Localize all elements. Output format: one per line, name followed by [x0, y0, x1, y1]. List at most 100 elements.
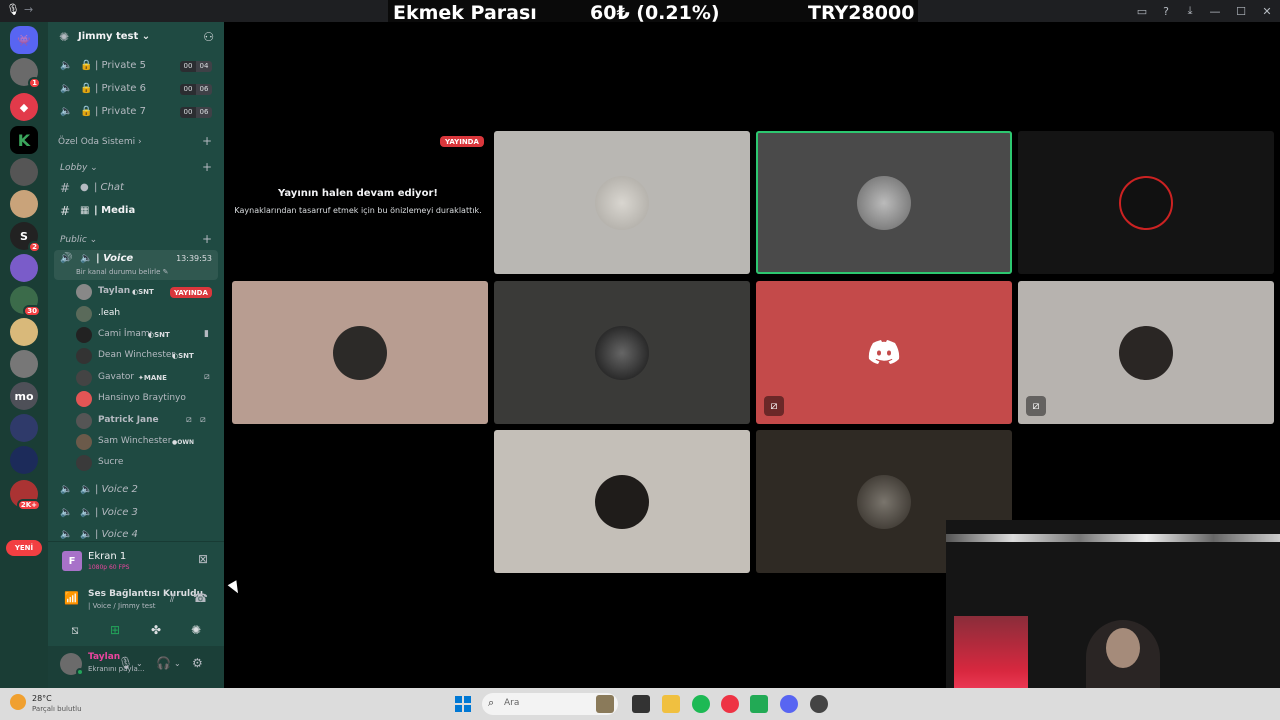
voice-member-sam[interactable]: Sam Winchester ● OWN — [76, 432, 224, 452]
disconnect-icon[interactable]: ☎ — [193, 591, 208, 605]
add-channel-icon[interactable]: + — [202, 160, 212, 174]
discord-default-avatar-icon — [868, 339, 900, 364]
discord-taskbar-icon[interactable] — [780, 695, 798, 713]
channel-media[interactable]: # ▦ | Media — [48, 201, 224, 221]
voice-member-taylan[interactable]: Taylan ◐ SNT YAYINDA — [76, 282, 224, 302]
file-explorer-icon[interactable] — [662, 695, 680, 713]
voice-member-dean[interactable]: Dean Winchester ◐ SNT — [76, 346, 224, 366]
member-name: Sucre — [98, 457, 124, 467]
stream-paused-subtitle: Kaynaklarından tasarruf etmek için bu ön… — [234, 206, 482, 215]
taskbar-app-icon[interactable] — [810, 695, 828, 713]
taskbar-app-icon[interactable] — [632, 695, 650, 713]
ticker-change: 60₺ (0.21%) — [590, 1, 720, 24]
participant-tile[interactable] — [494, 131, 750, 274]
add-channel-icon[interactable]: + — [202, 232, 212, 246]
channel-status[interactable]: Bir kanal durumu belirle ✎ — [76, 268, 169, 276]
server-icon-6[interactable]: S2 — [10, 222, 41, 253]
server-icon-4[interactable] — [10, 158, 38, 186]
spotify-icon[interactable] — [692, 695, 710, 713]
screen-share-panel: F Ekran 1 1080p 60 FPS ⊠ — [48, 541, 224, 585]
headphones-icon[interactable]: 🎧 — [156, 656, 171, 670]
signal-icon[interactable]: 📶 — [64, 591, 79, 605]
channel-private-6[interactable]: 🔈 🔒 | Private 6 00 06 — [48, 79, 224, 99]
server-icon-13[interactable]: 2K+ — [10, 480, 41, 511]
inbox-icon[interactable]: ▭ — [1130, 5, 1154, 18]
server-icon-home[interactable]: 👾 — [10, 26, 38, 54]
start-button[interactable] — [455, 696, 471, 712]
invite-people-icon[interactable]: ⚇ — [203, 30, 214, 44]
screen-share-icon[interactable]: ⊞ — [96, 619, 134, 641]
server-header[interactable]: ✺ Jimmy test ⌄ ⚇ — [48, 22, 224, 54]
member-tag: ◐ SNT — [132, 288, 154, 296]
camera-off-icon[interactable]: ⧅ — [56, 619, 94, 641]
voice-member-leah[interactable]: .leah — [76, 304, 224, 324]
server-icon-3[interactable]: K — [10, 126, 38, 154]
participant-tile[interactable] — [232, 281, 488, 424]
channel-voice-3[interactable]: 🔈 🔈 | Voice 3 — [48, 503, 224, 523]
server-icon-mo[interactable]: mo — [10, 382, 38, 410]
soundboard-icon[interactable]: ✺ — [177, 619, 215, 641]
audio-options-chevron-icon[interactable]: ⌄ — [174, 659, 181, 668]
voice-member-cami[interactable]: Cami İmamı ◐ SNT ▮ — [76, 325, 224, 345]
server-icon-8[interactable]: 30 — [10, 286, 41, 317]
server-icon-7[interactable] — [10, 254, 38, 282]
category-ozel-oda[interactable]: Özel Oda Sistemi › — [58, 137, 142, 147]
stop-stream-icon[interactable]: ⊠ — [198, 552, 208, 566]
weather-temp: 28°C — [32, 694, 52, 703]
microphone-icon[interactable]: 🎙 — [118, 656, 133, 670]
voice-connection-panel: 📶 Ses Bağlantısı Kuruldu | Voice / Jimmy… — [48, 585, 224, 615]
minimize-button[interactable]: — — [1202, 5, 1228, 18]
activities-icon[interactable]: ✤ — [137, 619, 175, 641]
participant-tile[interactable] — [494, 430, 750, 573]
participant-tile[interactable] — [1018, 131, 1274, 274]
noise-suppression-icon[interactable]: ⫽ — [170, 591, 175, 606]
category-lobby[interactable]: Lobby ⌄ — [60, 163, 98, 173]
server-icon-5[interactable] — [10, 190, 38, 218]
voice-member-hansinyo[interactable]: Hansinyo Braytinyo — [76, 389, 224, 409]
maximize-button[interactable]: ☐ — [1228, 5, 1254, 18]
participant-avatar — [1119, 325, 1173, 380]
mic-options-chevron-icon[interactable]: ⌄ — [136, 659, 143, 668]
live-badge: YAYINDA — [440, 136, 484, 147]
download-icon[interactable]: ⤓ — [1178, 4, 1202, 18]
close-window-button[interactable]: ✕ — [1254, 5, 1280, 18]
server-icon-10[interactable] — [10, 350, 38, 378]
participant-tile-speaking[interactable] — [756, 131, 1012, 274]
channel-voice-4[interactable]: 🔈 🔈 | Voice 4 — [48, 525, 224, 539]
server-icon-12[interactable] — [10, 446, 38, 474]
voice-member-patrick[interactable]: Patrick Jane ⧄ ⧄ — [76, 411, 224, 431]
channel-chat[interactable]: # ● | Chat — [48, 178, 224, 198]
channel-voice-2[interactable]: 🔈 🔈 | Voice 2 — [48, 480, 224, 500]
voice-member-gavator[interactable]: Gavator ✦ MANE ⧄ — [76, 368, 224, 388]
discord-logo-icon: 🎙 — [6, 3, 20, 16]
taskbar-app-icon[interactable] — [750, 695, 768, 713]
taskbar: 28°C Parçalı bulutlu ⌕ Ara — [0, 688, 1280, 720]
member-tag: ◐ SNT — [172, 352, 194, 360]
channel-private-7[interactable]: 🔈 🔒 | Private 7 00 06 — [48, 102, 224, 122]
stream-avatar: F — [62, 551, 82, 571]
channel-private-5[interactable]: 🔈 🔒 | Private 5 00 04 — [48, 56, 224, 76]
unread-badge: 2 — [28, 241, 41, 253]
server-icon-2[interactable]: ◆ — [10, 93, 38, 121]
voice-channel-icon: 🔈 — [60, 106, 73, 117]
stream-quality: 1080p 60 FPS — [88, 564, 130, 571]
participant-tile[interactable] — [494, 281, 750, 424]
channel-voice-active[interactable]: 🔊 🔈 | Voice 13:39:53 Bir kanal durumu be… — [54, 250, 218, 280]
voice-timer: 13:39:53 — [176, 254, 212, 263]
voice-channel-icon: 🔊 — [60, 253, 73, 264]
server-icon-11[interactable] — [10, 414, 38, 442]
connection-subtitle[interactable]: | Voice / Jimmy test — [88, 602, 155, 610]
add-channel-icon[interactable]: + — [202, 134, 212, 148]
server-icon-1[interactable]: 1 — [10, 58, 41, 89]
participant-tile[interactable]: ⧄ — [756, 281, 1012, 424]
new-badge[interactable]: YENİ — [6, 540, 42, 556]
back-arrow-icon[interactable]: → — [24, 3, 33, 16]
taskbar-app-icon[interactable] — [596, 695, 614, 713]
settings-gear-icon[interactable]: ⚙ — [192, 656, 203, 670]
voice-member-sucre[interactable]: Sucre — [76, 453, 224, 473]
help-icon[interactable]: ? — [1154, 5, 1178, 18]
opera-icon[interactable] — [721, 695, 739, 713]
server-icon-9[interactable] — [10, 318, 38, 346]
participant-tile[interactable]: ⧄ — [1018, 281, 1274, 424]
category-public[interactable]: Public ⌄ — [60, 235, 97, 245]
